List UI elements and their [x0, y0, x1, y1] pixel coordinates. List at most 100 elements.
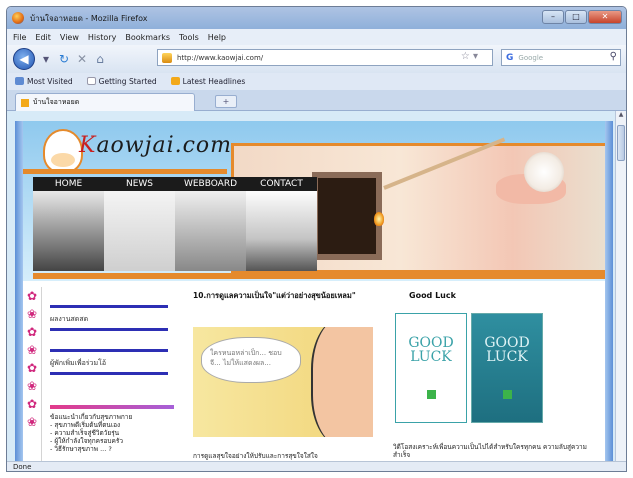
divider — [50, 305, 168, 308]
list-item[interactable]: - วิธีรักษาสุขภาพ ... ? — [50, 445, 174, 453]
side-ornament: ✿ ❀ ✿ ❀ ✿ ❀ ✿ ❀ — [25, 289, 39, 459]
sidebar-block-1: ผลงานสดสด — [50, 305, 168, 331]
site-nav: HOME NEWS WEBBOARD CONTACT — [33, 177, 317, 191]
article-1-image[interactable]: ใครหนอหล่าเป็ก... ชอบจี... ไม่ให้แสดงผล.… — [193, 327, 373, 437]
list-item[interactable]: - ผู้ให้กำลังใจทุกครอบครัว — [50, 437, 174, 445]
article-1-caption: การดูแลสุขใจอย่างให้ปรับและการสุขใจใส่ใจ — [193, 452, 318, 460]
tab-active[interactable]: บ้านใจอาหอยด — [15, 93, 195, 111]
ornament-icon: ❀ — [26, 307, 38, 321]
clover-icon — [427, 390, 436, 399]
nav-contact[interactable]: CONTACT — [246, 177, 317, 191]
menu-edit[interactable]: Edit — [35, 33, 51, 42]
bookmark-most-visited[interactable]: Most Visited — [15, 77, 73, 86]
sidebar-list: ข้อแนะนำเกี่ยวกับสุขภาพกาย - สุขภาพดีเริ… — [50, 405, 174, 453]
photo-pier — [175, 191, 246, 271]
url-text[interactable]: http://www.kaowjai.com/ — [177, 54, 263, 62]
url-bar[interactable]: http://www.kaowjai.com/ ☆ ▾ — [157, 49, 493, 66]
photo-bench — [33, 191, 104, 271]
menu-bookmarks[interactable]: Bookmarks — [125, 33, 170, 42]
reload-icon[interactable]: ↻ — [57, 52, 71, 66]
nav-news[interactable]: NEWS — [104, 177, 175, 191]
window-controls: – □ ✕ — [542, 10, 622, 24]
maximize-button[interactable]: □ — [565, 10, 587, 24]
menu-bar: File Edit View History Bookmarks Tools H… — [7, 29, 626, 45]
nav-home[interactable]: HOME — [33, 177, 104, 191]
article-1-heading[interactable]: 10.การดูแลความเป็นใจ"แต่ว่าอย่างสุขน้อยเ… — [193, 291, 373, 301]
ornament-icon: ❀ — [26, 415, 38, 429]
search-icon[interactable]: ⚲ — [610, 51, 617, 62]
menu-tools[interactable]: Tools — [179, 33, 199, 42]
light-orb-graphic — [524, 152, 564, 192]
browser-window: บ้านใจอาหอยด - Mozilla Firefox – □ ✕ Fil… — [6, 6, 627, 472]
ornament-icon: ✿ — [26, 361, 38, 375]
home-icon[interactable]: ⌂ — [93, 52, 107, 66]
tab-favicon-icon — [21, 98, 29, 107]
status-bar: Done — [7, 461, 626, 471]
article-1: 10.การดูแลความเป็นใจ"แต่ว่าอย่างสุขน้อยเ… — [193, 291, 373, 460]
page-content: Kaowjai.com HOME NEWS WEBBOARD CONTACT ✿… — [7, 111, 626, 461]
header-photo-strip — [33, 191, 317, 271]
bookmark-latest-headlines[interactable]: Latest Headlines — [170, 77, 245, 86]
menu-help[interactable]: Help — [208, 33, 226, 42]
right-border-decoration — [605, 121, 613, 461]
minimize-button[interactable]: – — [542, 10, 564, 24]
search-placeholder: Google — [518, 53, 544, 62]
sidebar-link-2[interactable]: ผู้พักเพิ่มเพื่อร่วมโอ้ — [50, 358, 168, 369]
forward-dropdown-icon[interactable]: ▾ — [39, 52, 53, 66]
book-cover-1[interactable]: GOOD LUCK — [395, 313, 467, 423]
book-1-title: GOOD LUCK — [408, 335, 454, 365]
sidebar-link-1[interactable]: ผลงานสดสด — [50, 314, 168, 325]
photo-bird — [104, 191, 175, 271]
site-favicon-icon — [162, 52, 172, 63]
sidebar-list-title: ข้อแนะนำเกี่ยวกับสุขภาพกาย — [50, 413, 133, 421]
left-border-decoration — [15, 121, 23, 461]
new-tab-button[interactable]: + — [215, 95, 237, 108]
tab-bar: บ้านใจอาหอยด + — [7, 90, 626, 111]
article-2-heading[interactable]: Good Luck — [409, 291, 599, 300]
navigation-toolbar: ◀ ▾ ↻ ✕ ⌂ http://www.kaowjai.com/ ☆ ▾ G … — [7, 45, 626, 73]
clover-icon — [503, 390, 512, 399]
web-page: Kaowjai.com HOME NEWS WEBBOARD CONTACT ✿… — [15, 121, 613, 461]
list-item[interactable]: - สุขภาพดีเริ่มต้นที่ตนเอง — [50, 421, 174, 429]
header-accent-bar — [23, 169, 227, 174]
title-bar: บ้านใจอาหอยด - Mozilla Firefox – □ ✕ — [7, 7, 626, 29]
header-bottom-bar — [33, 273, 605, 279]
menu-history[interactable]: History — [88, 33, 116, 42]
window-title: บ้านใจอาหอยด - Mozilla Firefox — [30, 13, 148, 23]
sidebar: ผลงานสดสด ผู้พักเพิ่มเพื่อร่วมโอ้ ข้อแนะ… — [41, 287, 179, 461]
search-input[interactable]: G Google ⚲ — [501, 49, 621, 66]
ornament-icon: ✿ — [26, 325, 38, 339]
bookmark-getting-started[interactable]: Getting Started — [86, 77, 157, 86]
site-logo[interactable]: Kaowjai.com — [79, 133, 232, 158]
divider — [50, 405, 174, 409]
nav-webboard[interactable]: WEBBOARD — [175, 177, 246, 191]
vertical-scrollbar[interactable]: ▲ — [615, 111, 626, 461]
ornament-icon: ✿ — [26, 397, 38, 411]
scroll-thumb[interactable] — [617, 125, 625, 161]
firefox-icon — [12, 12, 24, 24]
sidebar-block-2: ผู้พักเพิ่มเพื่อร่วมโอ้ — [50, 349, 168, 375]
rss-feed-icon — [170, 77, 180, 85]
divider — [50, 349, 168, 352]
article-2: Good Luck GOOD LUCK GOOD LUCK วิดีโอสงเค… — [393, 291, 599, 459]
back-button[interactable]: ◀ — [13, 48, 35, 70]
chef-mascot-logo — [43, 129, 83, 173]
google-icon[interactable]: G — [506, 53, 513, 63]
list-item[interactable]: - ความสำเร็จสู่ชีวิตวัยรุ่น — [50, 429, 174, 437]
page-icon — [86, 77, 96, 85]
close-button[interactable]: ✕ — [588, 10, 622, 24]
stop-icon[interactable]: ✕ — [75, 52, 89, 66]
menu-view[interactable]: View — [60, 33, 79, 42]
bookmark-star-icon[interactable]: ☆ ▾ — [461, 51, 478, 62]
speech-bubble: ใครหนอหล่าเป็ก... ชอบจี... ไม่ให้แสดงผล.… — [201, 337, 301, 383]
ornament-icon: ❀ — [26, 379, 38, 393]
book-2-title: GOOD LUCK — [484, 335, 530, 365]
article-2-caption: วิดีโอสงเคราะห์เพื่อนความเป็นไปได้สำหรับ… — [393, 443, 587, 459]
book-cover-2[interactable]: GOOD LUCK — [471, 313, 543, 423]
oven-door-graphic — [312, 172, 382, 260]
bookmarks-toolbar: Most Visited Getting Started Latest Head… — [7, 73, 626, 90]
divider — [50, 372, 168, 375]
ornament-icon: ❀ — [26, 343, 38, 357]
scroll-up-icon[interactable]: ▲ — [616, 111, 626, 122]
menu-file[interactable]: File — [13, 33, 26, 42]
